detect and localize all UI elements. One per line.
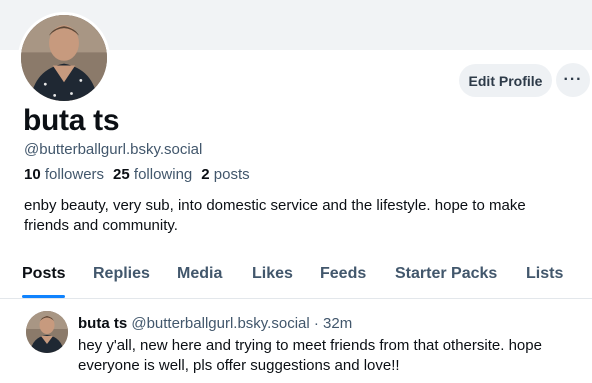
profile-avatar[interactable] — [18, 12, 110, 104]
profile-handle: @butterballgurl.bsky.social — [24, 141, 203, 158]
following-link[interactable]: 25 following — [113, 166, 192, 183]
tab-posts[interactable]: Posts — [22, 265, 66, 283]
post-timestamp[interactable]: 32m — [323, 315, 352, 332]
posts-count: 2 — [201, 166, 210, 183]
tab-starter-packs[interactable]: Starter Packs — [395, 265, 497, 283]
followers-count: 10 — [24, 166, 41, 183]
tab-replies[interactable]: Replies — [93, 265, 150, 283]
avatar-photo — [26, 311, 68, 353]
post-author-handle[interactable]: @butterballgurl.bsky.social — [131, 315, 309, 332]
post-separator: · — [313, 315, 319, 332]
tab-lists[interactable]: Lists — [526, 265, 563, 283]
following-count: 25 — [113, 166, 130, 183]
following-label: following — [133, 166, 193, 183]
followers-label: followers — [44, 166, 105, 183]
profile-display-name: buta ts — [23, 104, 120, 137]
avatar-photo — [21, 15, 107, 101]
post-text: hey y'all, new here and trying to meet f… — [78, 337, 542, 374]
edit-profile-button[interactable]: Edit Profile — [459, 64, 552, 97]
active-tab-indicator — [22, 295, 65, 298]
post-author-avatar[interactable] — [26, 311, 68, 353]
profile-stats: 10 followers 25 following 2 posts — [24, 166, 250, 183]
followers-link[interactable]: 10 followers — [24, 166, 104, 183]
tab-media[interactable]: Media — [177, 265, 222, 283]
profile-tabs: Posts Replies Media Likes Feeds Starter … — [0, 256, 592, 299]
post-author-name[interactable]: buta ts — [78, 315, 127, 332]
posts-stat: 2 posts — [201, 166, 249, 183]
posts-label: posts — [213, 166, 250, 183]
feed-post[interactable]: buta ts @butterballgurl.bsky.social · 32… — [0, 300, 592, 383]
post-header: buta ts @butterballgurl.bsky.social · 32… — [78, 315, 352, 332]
tab-feeds[interactable]: Feeds — [320, 265, 366, 283]
tab-likes[interactable]: Likes — [252, 265, 293, 283]
more-options-button[interactable]: ··· — [556, 63, 590, 97]
profile-bio: enby beauty, very sub, into domestic ser… — [24, 197, 526, 234]
ellipsis-icon: ··· — [563, 71, 583, 88]
